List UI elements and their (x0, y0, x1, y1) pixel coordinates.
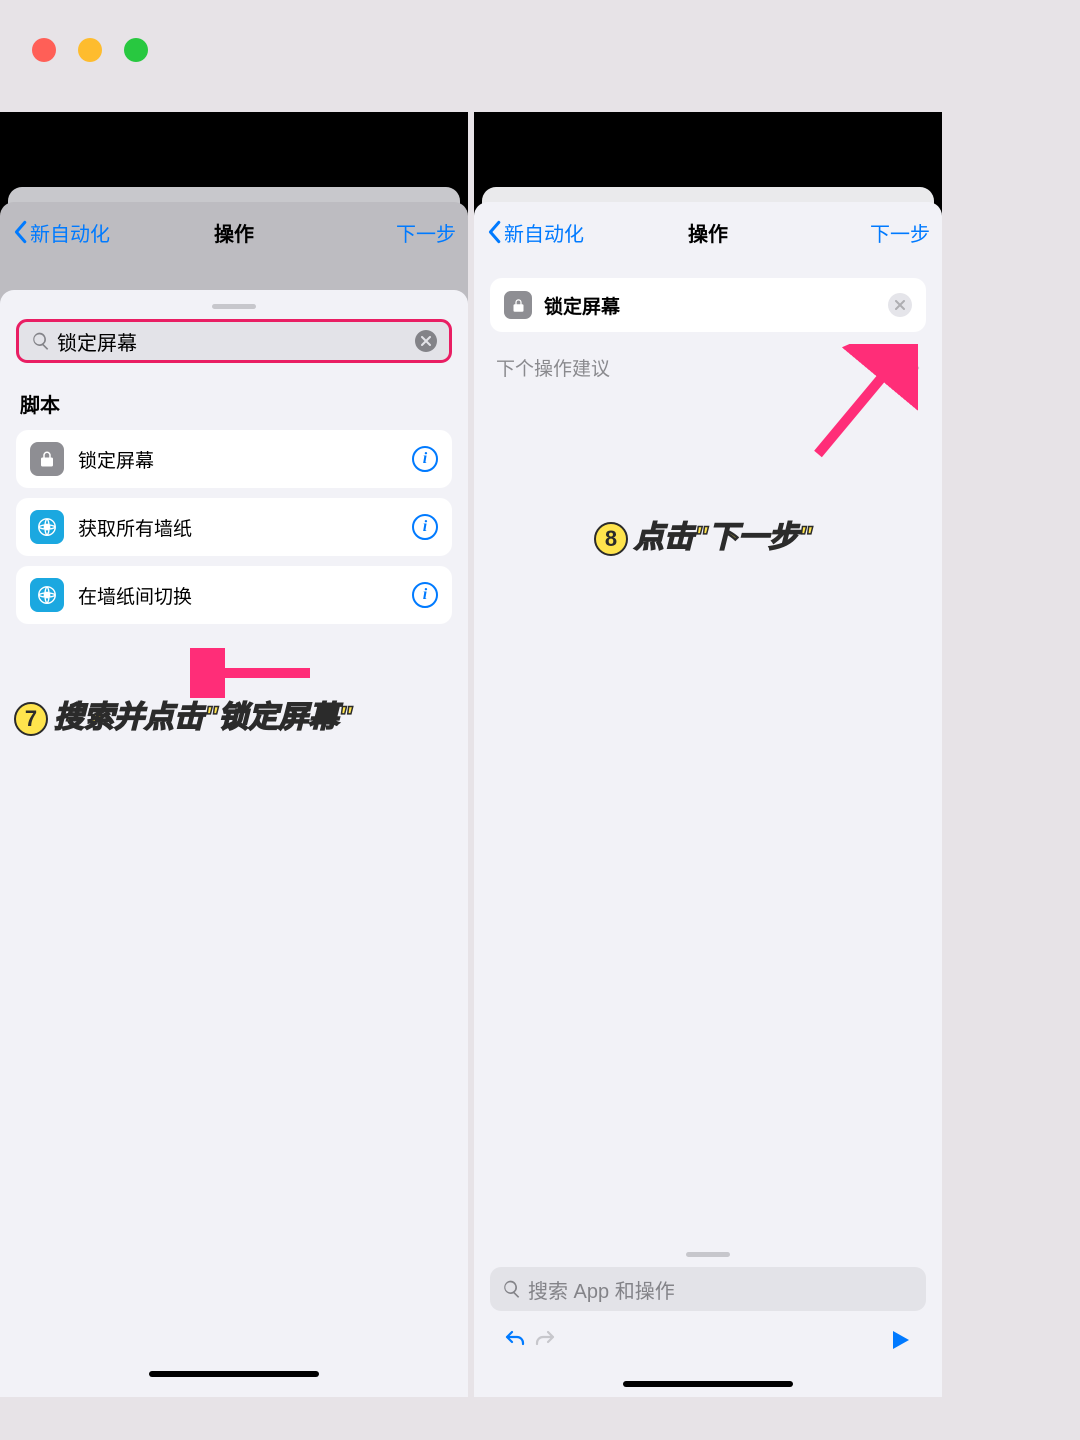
search-input[interactable]: 搜索 App 和操作 (490, 1267, 926, 1311)
action-get-wallpapers[interactable]: 获取所有墙纸 i (16, 498, 452, 556)
info-button[interactable]: i (412, 446, 438, 472)
phone-left: 新自动化 操作 下一步 锁定屏幕 脚本 锁定屏幕 i (0, 112, 468, 1397)
main-sheet: 新自动化 操作 下一步 锁定屏幕 (474, 202, 942, 1397)
chevron-left-icon (12, 220, 28, 244)
selected-action-lock-screen[interactable]: 锁定屏幕 (490, 278, 926, 332)
suggest-label: 下个操作建议 (496, 354, 610, 381)
lock-icon (504, 291, 532, 319)
phone-right: 新自动化 操作 下一步 锁定屏幕 (474, 112, 942, 1397)
search-placeholder: 搜索 App 和操作 (528, 1275, 914, 1304)
action-label: 在墙纸间切换 (78, 582, 412, 609)
annotation-arrow-icon (190, 648, 320, 698)
nav-bar: 新自动化 操作 下一步 (474, 202, 942, 262)
info-button[interactable]: i (412, 514, 438, 540)
chevron-left-icon (486, 220, 502, 244)
minimize-window-icon[interactable] (78, 38, 102, 62)
bottom-panel: 搜索 App 和操作 (474, 1242, 942, 1397)
back-button[interactable]: 新自动化 (12, 218, 110, 247)
wallpaper-icon (30, 578, 64, 612)
action-label: 锁定屏幕 (78, 446, 412, 473)
lock-icon (30, 442, 64, 476)
search-icon (502, 1279, 522, 1299)
next-action-suggestions[interactable]: 下个操作建议 (490, 354, 926, 381)
redo-button (530, 1325, 560, 1355)
sheet-grabber[interactable] (686, 1252, 730, 1257)
annotation-step-8: 8点击"下一步" (594, 512, 812, 556)
x-icon (421, 336, 431, 346)
clear-search-button[interactable] (415, 330, 437, 352)
sheet-grabber[interactable] (212, 304, 256, 309)
wallpaper-icon (30, 510, 64, 544)
action-switch-wallpaper[interactable]: 在墙纸间切换 i (16, 566, 452, 624)
back-button[interactable]: 新自动化 (486, 218, 584, 247)
undo-button[interactable] (500, 1325, 530, 1355)
window-traffic-lights (32, 38, 148, 62)
search-input[interactable]: 锁定屏幕 (16, 319, 452, 363)
close-window-icon[interactable] (32, 38, 56, 62)
next-button[interactable]: 下一步 (396, 218, 456, 247)
token-label: 锁定屏幕 (544, 292, 888, 319)
nav-title: 操作 (688, 218, 728, 247)
info-button[interactable]: i (412, 582, 438, 608)
search-icon (31, 331, 51, 351)
maximize-window-icon[interactable] (124, 38, 148, 62)
remove-action-button[interactable] (888, 293, 912, 317)
redo-icon (533, 1328, 557, 1352)
content-area: 锁定屏幕 下个操作建议 (474, 262, 942, 397)
nav-title: 操作 (214, 218, 254, 247)
chevron-right-icon (910, 360, 920, 376)
play-button[interactable] (886, 1325, 916, 1355)
back-label: 新自动化 (504, 218, 584, 247)
toolbar (490, 1311, 926, 1363)
play-icon (891, 1329, 911, 1351)
next-button[interactable]: 下一步 (870, 218, 930, 247)
action-label: 获取所有墙纸 (78, 514, 412, 541)
x-icon (895, 300, 905, 310)
home-indicator[interactable] (623, 1381, 793, 1387)
back-label: 新自动化 (30, 218, 110, 247)
action-lock-screen[interactable]: 锁定屏幕 i (16, 430, 452, 488)
undo-icon (503, 1328, 527, 1352)
search-value: 锁定屏幕 (57, 327, 415, 356)
home-indicator[interactable] (149, 1371, 319, 1377)
nav-bar: 新自动化 操作 下一步 (0, 202, 468, 262)
section-header: 脚本 (20, 389, 448, 418)
search-sheet: 锁定屏幕 脚本 锁定屏幕 i 获取所有墙纸 i (0, 290, 468, 1397)
